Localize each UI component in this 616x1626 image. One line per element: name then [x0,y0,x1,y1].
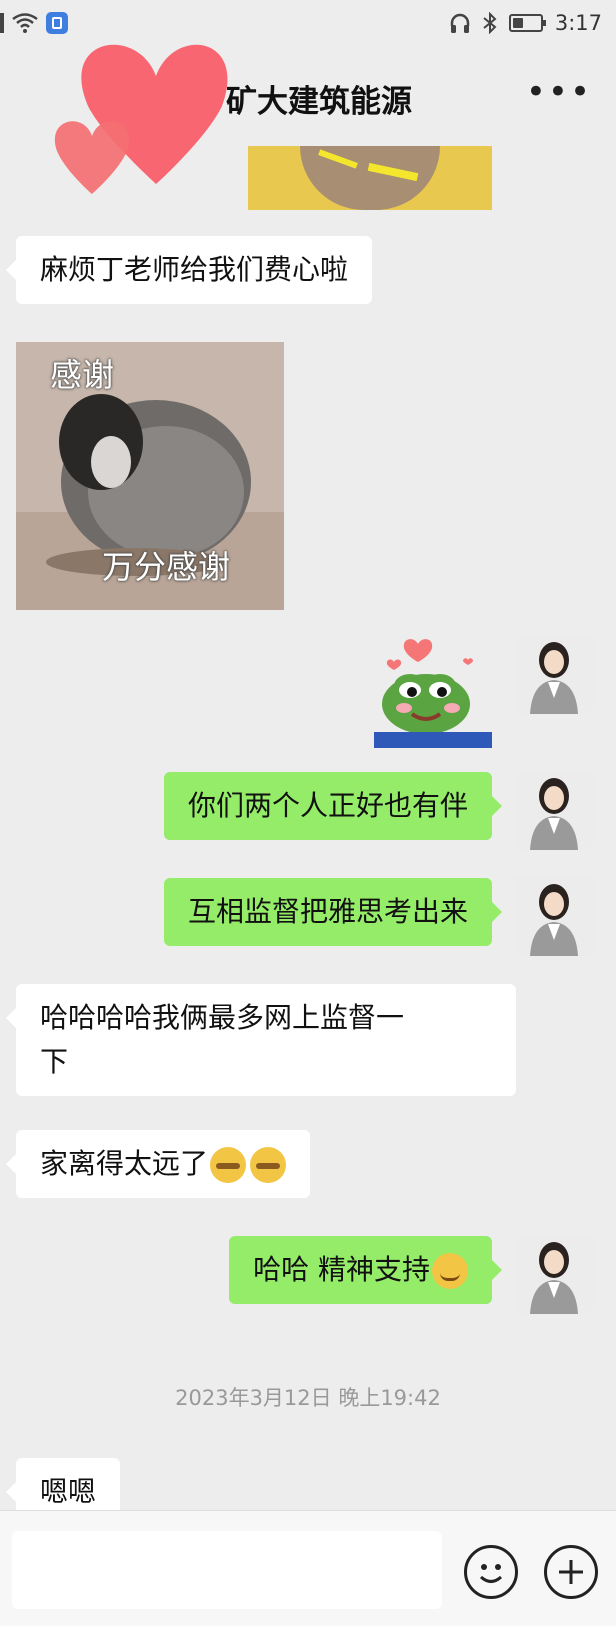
partial-sticker[interactable] [248,146,492,210]
message-timestamp: 2023年3月12日 晚上19:42 [175,1386,441,1410]
facepalm-emoji-icon [250,1147,287,1183]
smile-emoji-icon [432,1253,468,1289]
frog-image [374,639,492,748]
more-icon[interactable]: ••• [526,75,592,109]
message-list[interactable]: 麻烦丁老师给我们费心啦 感谢 万分感谢 你们两个人正好也有伴 互相监督把雅思考出… [0,146,616,1510]
app-notification-icon [46,12,68,34]
avatar[interactable] [514,876,594,956]
message-text-line: 下 [40,1045,69,1078]
message-bubble-incoming[interactable]: 嗯嗯 [5,1458,121,1510]
message-text: 你们两个人正好也有伴 [187,789,468,822]
wifi-icon [12,13,38,33]
status-bar: 3:17 [0,0,616,46]
user-avatar-image [514,876,594,956]
emoji-icon [479,1564,503,1583]
bluetooth-icon [483,12,497,34]
message-text: 麻烦丁老师给我们费心啦 [40,253,349,286]
avatar[interactable] [514,1234,594,1314]
input-bar [0,1510,616,1626]
message-text: 互相监督把雅思考出来 [187,895,468,928]
message-text: 家离得太远了 [40,1147,209,1180]
message-bubble-outgoing[interactable]: 互相监督把雅思考出来 [163,878,503,946]
plus-icon [559,1560,583,1584]
avatar[interactable] [514,634,594,714]
frog-love-sticker[interactable] [374,636,492,748]
penguin-thanks-sticker[interactable]: 感谢 万分感谢 [16,342,284,610]
message-text-line: 哈哈哈哈我俩最多网上监督一 [40,1001,405,1034]
plus-button[interactable] [544,1545,598,1599]
user-avatar-image [514,634,594,714]
signal-icon [0,13,4,33]
message-input[interactable] [12,1531,442,1609]
emoji-button[interactable] [464,1545,518,1599]
chat-title: 矿大建筑能源 [226,84,412,120]
avatar[interactable] [514,770,594,850]
message-bubble-incoming[interactable]: 家离得太远了 [5,1130,311,1198]
user-avatar-image [514,1234,594,1314]
message-bubble-outgoing[interactable]: 你们两个人正好也有伴 [163,772,503,840]
headphones-icon [450,13,470,33]
user-avatar-image [514,770,594,850]
message-bubble-outgoing[interactable]: 哈哈 精神支持 [229,1236,502,1304]
message-bubble-incoming[interactable]: 麻烦丁老师给我们费心啦 [5,236,373,304]
message-text: 嗯嗯 [40,1475,97,1508]
chat-header: 矿大建筑能源 ••• [0,46,616,146]
facepalm-emoji-icon [210,1147,247,1183]
battery-icon [508,14,546,32]
sticker-caption-bottom: 万分感谢 [102,548,231,586]
message-bubble-incoming[interactable]: 哈哈哈哈我俩最多网上监督一 下 [6,984,516,1096]
message-text: 哈哈 精神支持 [253,1253,430,1286]
status-time: 3:17 [554,11,602,35]
sticker-caption-top: 感谢 [50,356,115,394]
